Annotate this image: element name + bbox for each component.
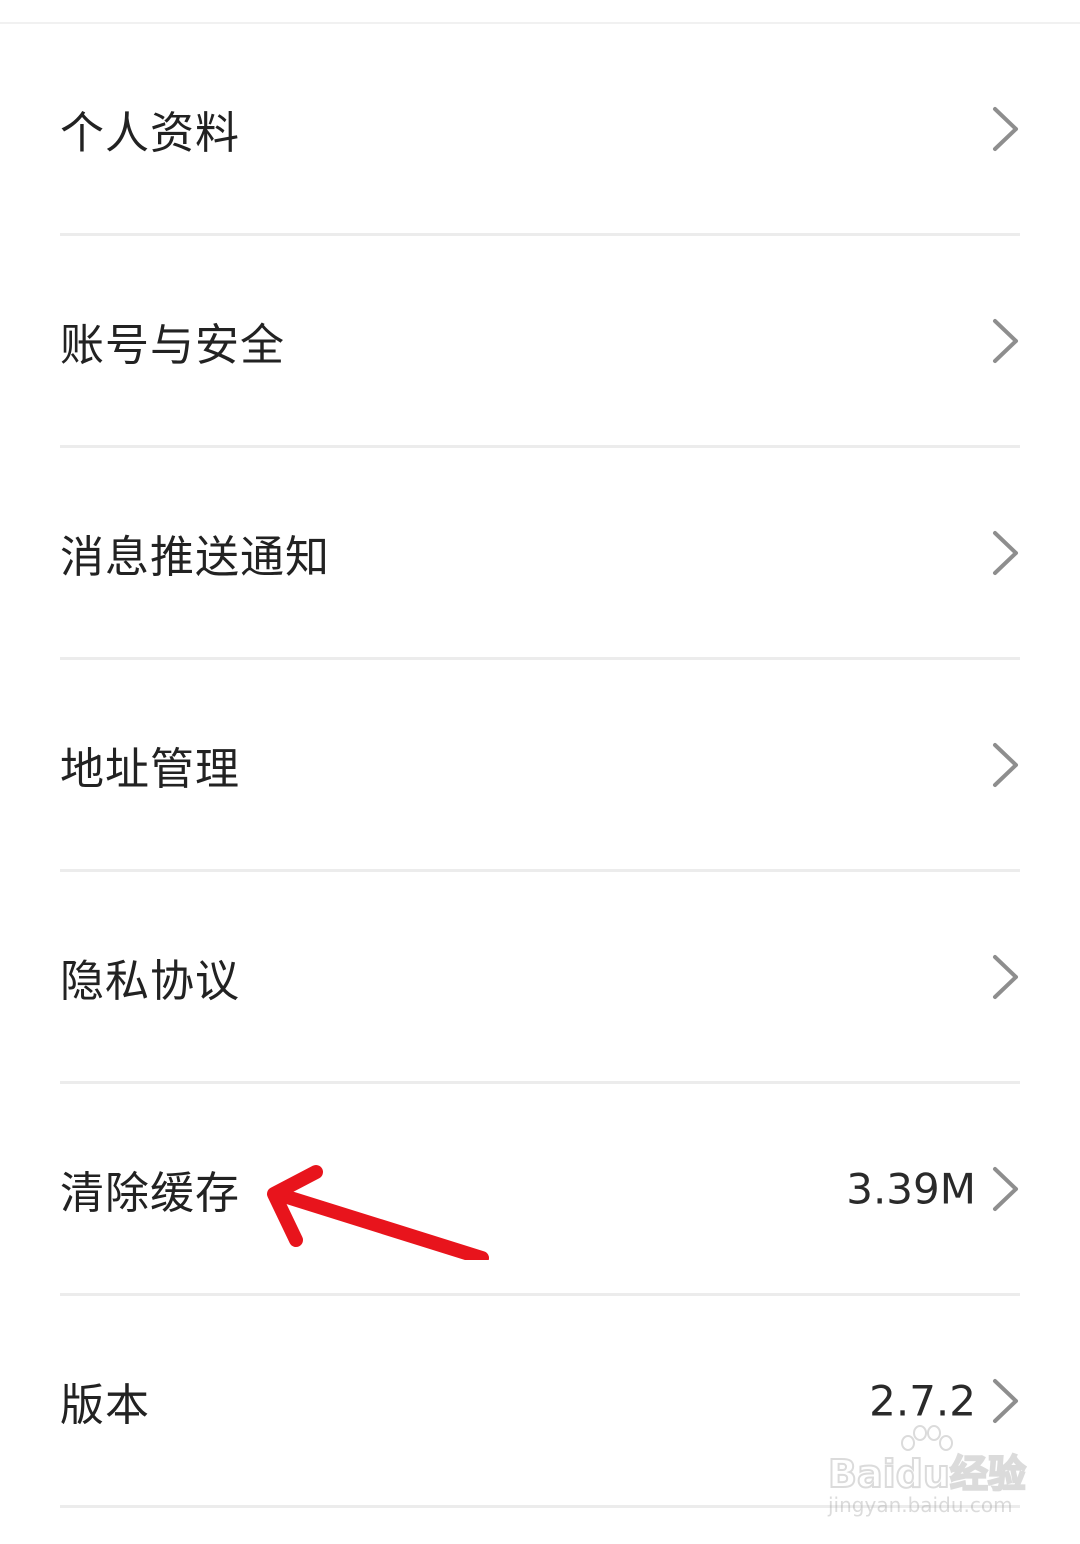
row-label: 个人资料	[60, 107, 240, 159]
watermark-text: Baidu经验	[827, 1451, 1027, 1497]
chevron-right-icon	[993, 530, 1018, 575]
chevron-right-icon	[993, 318, 1018, 363]
row-label: 地址管理	[60, 743, 240, 795]
settings-list: 个人资料 账号与安全 消息推送通知 地址管理 隐私协议 清除缓存 3.39M 版…	[60, 24, 1020, 1508]
settings-row-push-notifications[interactable]: 消息推送通知	[60, 448, 1020, 660]
settings-row-profile[interactable]: 个人资料	[60, 24, 1020, 236]
cache-size-value: 3.39M	[846, 1164, 976, 1213]
chevron-right-icon	[993, 1378, 1018, 1423]
version-value: 2.7.2	[869, 1376, 976, 1425]
red-arrow-icon	[267, 1165, 489, 1260]
chevron-right-icon	[993, 742, 1018, 787]
settings-row-clear-cache[interactable]: 清除缓存 3.39M	[60, 1084, 1020, 1296]
row-label: 清除缓存	[60, 1167, 240, 1219]
row-label: 隐私协议	[60, 955, 240, 1007]
row-label: 消息推送通知	[60, 531, 330, 583]
settings-row-privacy-policy[interactable]: 隐私协议	[60, 872, 1020, 1084]
chevron-right-icon	[993, 1166, 1018, 1211]
chevron-right-icon	[993, 106, 1018, 151]
row-label: 版本	[60, 1379, 150, 1431]
chevron-right-icon	[993, 954, 1018, 999]
watermark-url: jingyan.baidu.com	[828, 1493, 1013, 1517]
baidu-jingyan-watermark: Baidu经验 jingyan.baidu.com	[820, 1425, 1030, 1525]
settings-row-account-security[interactable]: 账号与安全	[60, 236, 1020, 448]
row-label: 账号与安全	[60, 319, 285, 371]
settings-row-address-management[interactable]: 地址管理	[60, 660, 1020, 872]
